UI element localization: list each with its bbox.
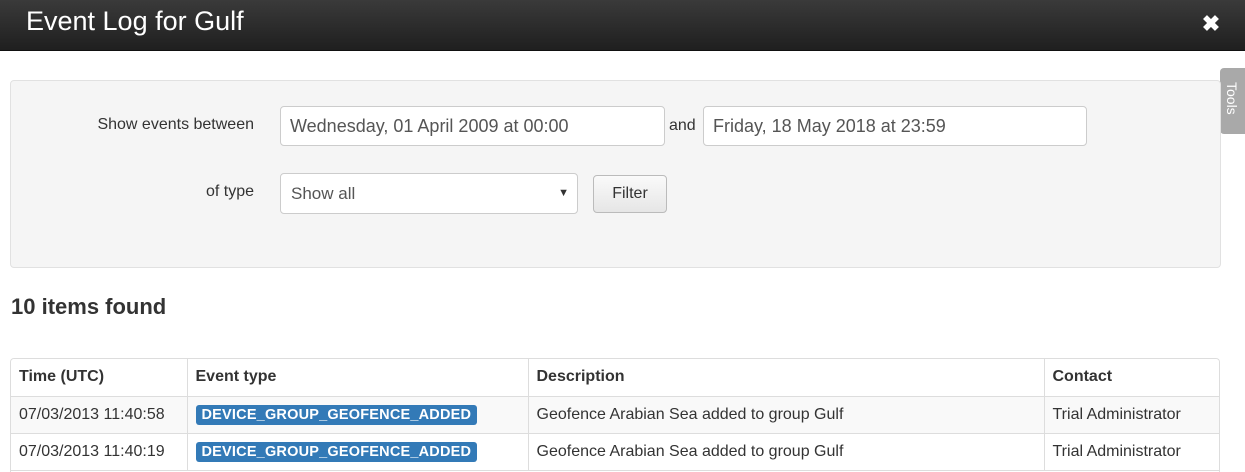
column-header-time[interactable]: Time (UTC) bbox=[11, 359, 188, 397]
table-header-row: Time (UTC) Event type Description Contac… bbox=[11, 359, 1219, 397]
start-date-field[interactable]: Wednesday, 01 April 2009 at 00:00 bbox=[280, 106, 665, 146]
table-row[interactable]: 07/03/2013 11:40:19 DEVICE_GROUP_GEOFENC… bbox=[11, 433, 1219, 471]
event-type-badge: DEVICE_GROUP_GEOFENCE_ADDED bbox=[195, 441, 478, 462]
table-row[interactable]: 07/03/2013 11:40:58 DEVICE_GROUP_GEOFENC… bbox=[11, 396, 1219, 434]
cell-time: 07/03/2013 11:40:58 bbox=[11, 396, 188, 434]
cell-time: 07/03/2013 11:40:19 bbox=[11, 433, 188, 471]
cell-description: Geofence Arabian Sea added to group Gulf bbox=[528, 396, 1045, 434]
show-events-between-label: Show events between bbox=[97, 116, 254, 133]
cell-description: Geofence Arabian Sea added to group Gulf bbox=[528, 433, 1045, 471]
column-header-description[interactable]: Description bbox=[528, 359, 1045, 397]
end-date-field[interactable]: Friday, 18 May 2018 at 23:59 bbox=[703, 106, 1087, 146]
cell-contact: Trial Administrator bbox=[1044, 433, 1219, 471]
and-label: and bbox=[669, 117, 696, 134]
tools-tab[interactable]: Tools bbox=[1220, 68, 1245, 134]
column-header-event-type[interactable]: Event type bbox=[187, 359, 529, 397]
event-table-container: Time (UTC) Event type Description Contac… bbox=[10, 358, 1220, 472]
cell-contact: Trial Administrator bbox=[1044, 396, 1219, 434]
event-type-selected-value: Show all bbox=[291, 184, 356, 203]
dropdown-caret-icon: ▼ bbox=[558, 187, 569, 199]
event-type-badge: DEVICE_GROUP_GEOFENCE_ADDED bbox=[195, 404, 478, 425]
event-type-label: of type bbox=[205, 183, 254, 200]
column-header-contact[interactable]: Contact bbox=[1044, 359, 1219, 397]
close-icon[interactable]: ✖ bbox=[1201, 12, 1221, 36]
results-count: 10 items found bbox=[11, 294, 167, 319]
filter-panel: Show events between Wednesday, 01 April … bbox=[10, 80, 1221, 268]
cell-event-type: DEVICE_GROUP_GEOFENCE_ADDED bbox=[187, 396, 529, 434]
event-type-select[interactable]: Show all ▼ bbox=[280, 173, 578, 214]
cell-event-type: DEVICE_GROUP_GEOFENCE_ADDED bbox=[187, 433, 529, 471]
dialog-titlebar: Event Log for Gulf ✖ bbox=[0, 0, 1245, 51]
filter-button[interactable]: Filter bbox=[593, 175, 667, 213]
dialog-title: Event Log for Gulf bbox=[26, 6, 244, 36]
tools-tab-label: Tools bbox=[1224, 82, 1240, 115]
event-table: Time (UTC) Event type Description Contac… bbox=[11, 359, 1219, 471]
